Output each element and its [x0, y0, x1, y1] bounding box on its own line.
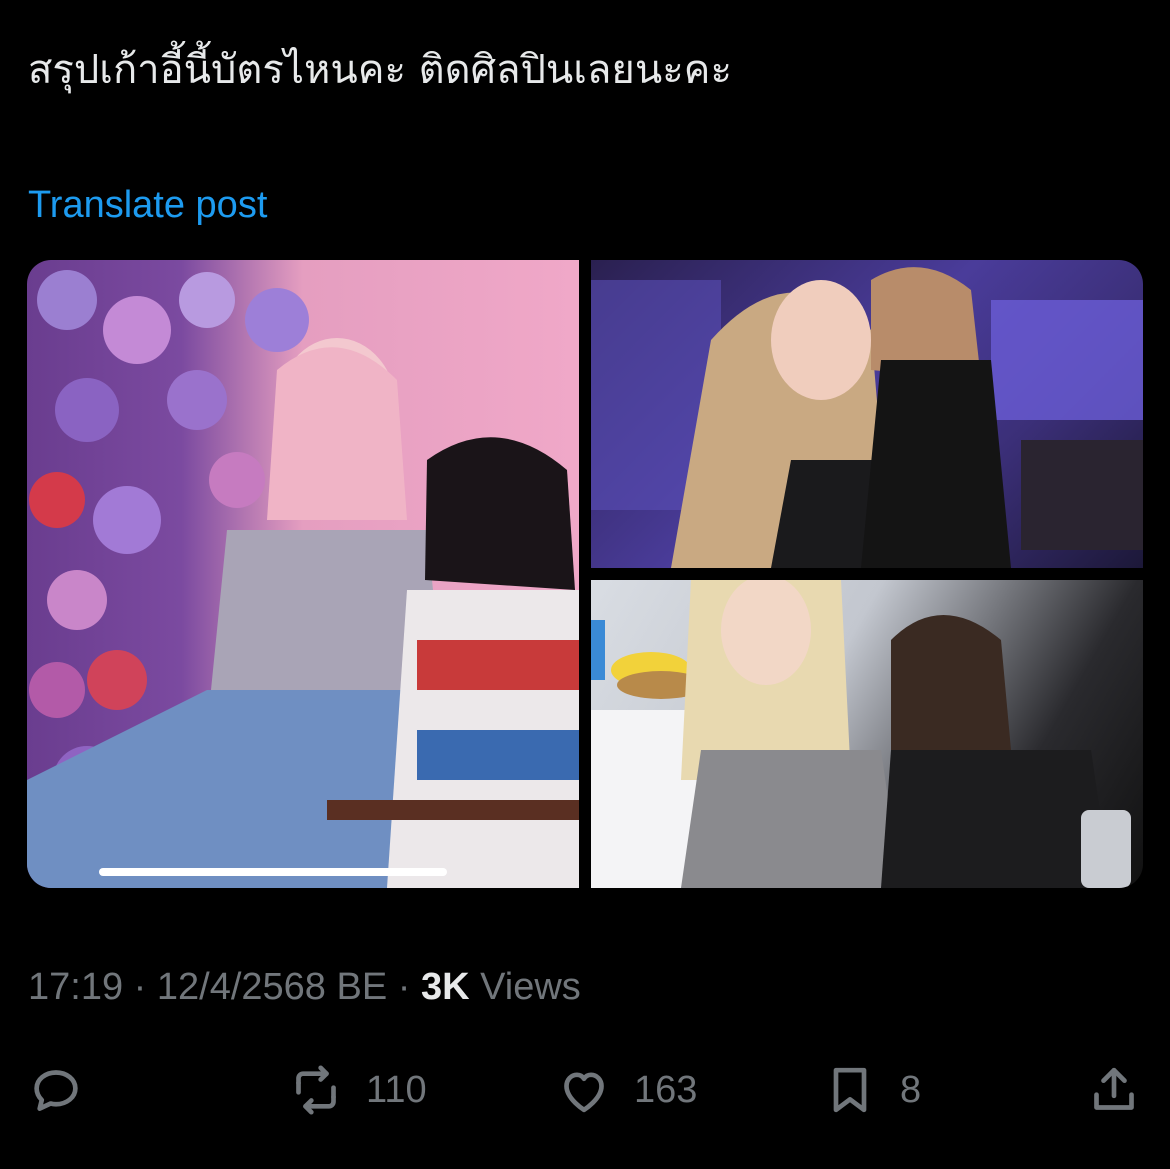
post-meta: 17:19 · 12/4/2568 BE · 3K Views	[28, 962, 581, 1012]
video-still-image	[27, 270, 579, 888]
views-count[interactable]: 3K	[421, 966, 470, 1008]
reply-button[interactable]	[28, 1060, 84, 1120]
video-scrub-bar[interactable]	[99, 868, 447, 876]
share-button[interactable]	[1086, 1060, 1142, 1120]
post-date[interactable]: 12/4/2568 BE	[157, 966, 387, 1008]
media-grid	[27, 260, 1143, 888]
photo-image	[591, 580, 1131, 888]
bookmark-icon	[833, 1067, 867, 1113]
media-video-photobooth[interactable]	[27, 260, 579, 888]
media-photo-dressing-room[interactable]	[591, 580, 1143, 888]
like-count: 163	[634, 1068, 698, 1111]
meta-separator: ·	[397, 966, 411, 1008]
like-button[interactable]: 163	[556, 1060, 697, 1120]
repost-icon	[296, 1065, 336, 1115]
photo-image	[591, 267, 1143, 568]
repost-count: 110	[366, 1068, 427, 1111]
action-bar: 110 163 8	[0, 1060, 1170, 1120]
post-text: สรุปเก้าอี้นี้บัตรไหนคะ ติดศิลปินเลยนะคะ	[28, 47, 732, 93]
views-label[interactable]: Views	[480, 966, 581, 1008]
heart-icon	[564, 1072, 604, 1113]
post-time[interactable]: 17:19	[28, 966, 123, 1008]
reply-icon	[34, 1070, 78, 1111]
bookmark-button[interactable]: 8	[822, 1060, 921, 1120]
repost-button[interactable]: 110	[288, 1060, 427, 1120]
translate-post-link[interactable]: Translate post	[28, 180, 267, 230]
media-photo-backstage[interactable]	[591, 260, 1143, 568]
meta-separator: ·	[133, 966, 147, 1008]
bookmark-count: 8	[900, 1068, 922, 1111]
share-icon	[1094, 1067, 1134, 1110]
